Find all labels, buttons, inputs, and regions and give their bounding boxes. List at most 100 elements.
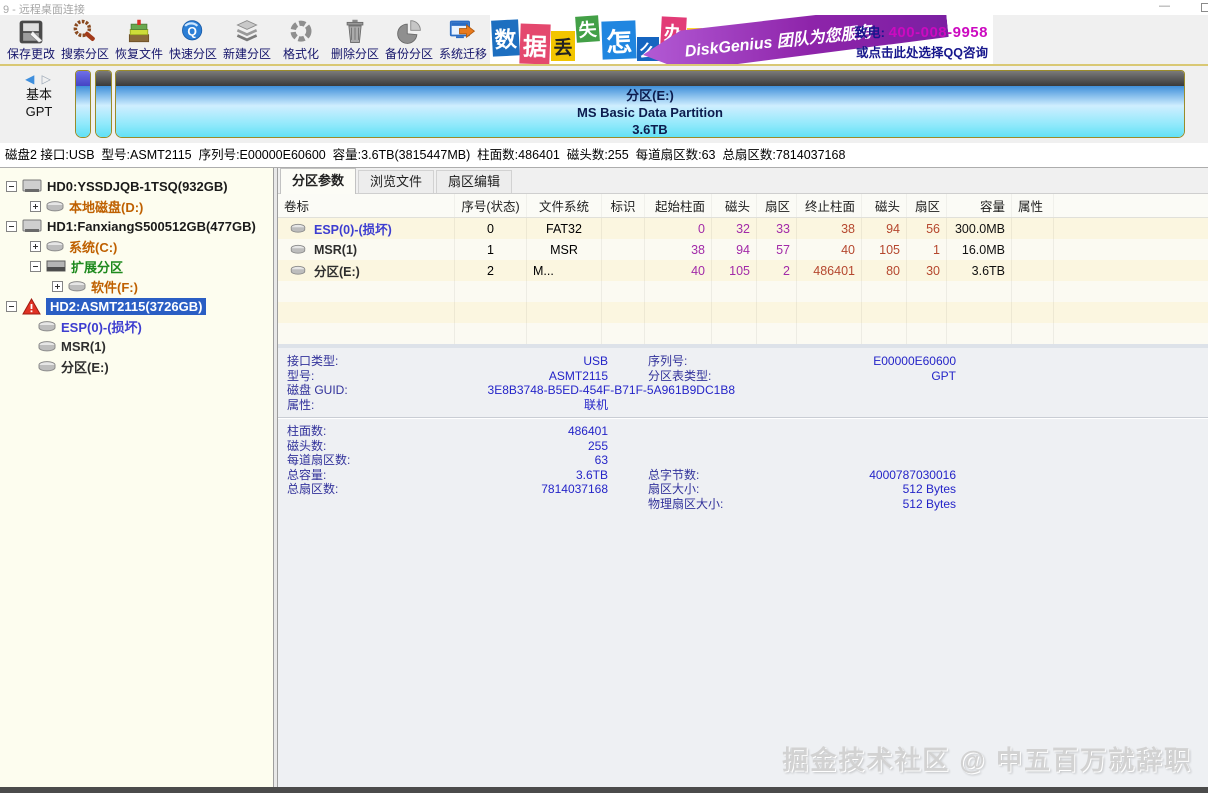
table-cell: 1 xyxy=(455,239,527,260)
detail-label: 磁盘 GUID: xyxy=(278,383,408,398)
column-header[interactable]: 卷标 xyxy=(278,194,455,217)
tree-item-label: 系统(C:) xyxy=(69,237,117,256)
detail-label: 型号: xyxy=(278,369,408,384)
tree-item-msr[interactable]: MSR(1) xyxy=(0,336,273,356)
table-cell xyxy=(1012,239,1054,260)
diskgenius-window: 9 - 远程桌面连接 — 保存更改 搜索分区 恢复文件 Q 快速分区 新建分区 … xyxy=(0,0,1208,793)
column-header[interactable]: 终止柱面 xyxy=(797,194,862,217)
format-button[interactable]: 格式化 xyxy=(274,15,328,62)
maximize-button[interactable] xyxy=(1201,3,1208,12)
expand-icon[interactable] xyxy=(30,241,41,252)
collapse-icon[interactable] xyxy=(6,301,17,312)
disk-info-line: 磁盘2 接口:USB 型号:ASMT2115 序列号:E00000E60600 … xyxy=(0,143,1208,168)
partition-platter-icon xyxy=(46,200,64,213)
column-header-filler xyxy=(1054,194,1208,217)
nav-back-icon[interactable]: ◀ xyxy=(25,72,36,86)
trash-icon xyxy=(341,17,369,46)
delete-partition-button[interactable]: 删除分区 xyxy=(328,15,382,62)
collapse-icon[interactable] xyxy=(30,261,41,272)
recover-files-button[interactable]: 恢复文件 xyxy=(112,15,166,62)
column-header[interactable]: 序号(状态) xyxy=(455,194,527,217)
tree-item-label: MSR(1) xyxy=(61,339,106,354)
harddisk-icon xyxy=(22,217,42,235)
table-cell: 38 xyxy=(645,239,712,260)
toolbar-button-label: 恢复文件 xyxy=(115,45,163,62)
tab-sector-edit[interactable]: 扇区编辑 xyxy=(436,170,512,193)
tree-item-partition-e[interactable]: 分区(E:) xyxy=(0,356,273,376)
collapse-icon[interactable] xyxy=(6,181,17,192)
partition-block-body xyxy=(76,86,90,137)
tree-item-label: 扩展分区 xyxy=(71,257,123,276)
globe-q-icon: Q xyxy=(179,17,207,46)
detail-label: 属性: xyxy=(278,398,408,413)
column-header[interactable]: 扇区 xyxy=(907,194,947,217)
detail-label: 总容量: xyxy=(278,468,408,483)
partition-block-msr[interactable] xyxy=(95,70,112,138)
table-cell: 56 xyxy=(907,218,947,239)
new-partition-button[interactable]: 新建分区 xyxy=(220,15,274,62)
expand-icon[interactable] xyxy=(52,281,63,292)
tree-item-hd0[interactable]: HD0:YSSDJQB-1TSQ(932GB) xyxy=(0,176,273,196)
promo-block: 丢 xyxy=(551,31,575,61)
partition-platter-icon xyxy=(38,340,56,353)
collapse-icon[interactable] xyxy=(6,221,17,232)
table-row[interactable]: MSR(1) 1 MSR 38 94 57 40 105 1 16.0MB xyxy=(278,239,1208,260)
toolbar-button-label: 格式化 xyxy=(283,45,319,62)
save-changes-button[interactable]: 保存更改 xyxy=(4,15,58,62)
table-cell: 105 xyxy=(712,260,757,281)
quick-partition-button[interactable]: Q 快速分区 xyxy=(166,15,220,62)
detail-value: E00000E60600 xyxy=(768,354,956,369)
expand-icon[interactable] xyxy=(30,201,41,212)
column-header[interactable]: 标识 xyxy=(602,194,645,217)
column-header[interactable]: 属性 xyxy=(1012,194,1054,217)
column-header[interactable]: 磁头 xyxy=(712,194,757,217)
tree-item-esp[interactable]: ESP(0)-(损坏) xyxy=(0,316,273,336)
tree-item-extended[interactable]: 扩展分区 xyxy=(0,256,273,276)
promo-arrow-text: DiskGenius 团队为您服务 xyxy=(683,18,873,62)
system-migration-button[interactable]: 系统迁移 xyxy=(436,15,490,62)
detail-label xyxy=(278,497,408,512)
column-header[interactable]: 文件系统 xyxy=(527,194,602,217)
detail-label: 物理扇区大小: xyxy=(648,497,768,512)
qq-consult-link[interactable]: 或点击此处选择QQ咨询 xyxy=(855,42,988,61)
column-header[interactable]: 扇区 xyxy=(757,194,797,217)
table-row[interactable]: 分区(E:) 2 M... 40 105 2 486401 80 30 3.6T… xyxy=(278,260,1208,281)
layers-icon xyxy=(233,17,261,46)
detail-label: 总扇区数: xyxy=(278,482,408,497)
tree-item-hd1[interactable]: HD1:FanxiangS500512GB(477GB) xyxy=(0,216,273,236)
minimize-button[interactable]: — xyxy=(1159,0,1170,12)
detail-label: 柱面数: xyxy=(278,424,408,439)
tree-item-hd2[interactable]: HD2:ASMT2115(3726GB) xyxy=(0,296,273,316)
tree-item-label: HD0:YSSDJQB-1TSQ(932GB) xyxy=(47,179,228,194)
tab-partition-params[interactable]: 分区参数 xyxy=(280,168,356,194)
detail-panel: 分区参数 浏览文件 扇区编辑 卷标 序号(状态) 文件系统 标识 起始柱面 磁头… xyxy=(278,168,1208,787)
table-cell xyxy=(1054,260,1208,281)
search-partition-button[interactable]: 搜索分区 xyxy=(58,15,112,62)
tree-item-system-c[interactable]: 系统(C:) xyxy=(0,236,273,256)
detail-value: 3E8B3748-B5ED-454F-B71F-5A961B9DC1B8 xyxy=(408,383,735,398)
column-header[interactable]: 容量 xyxy=(947,194,1012,217)
column-header[interactable]: 磁头 xyxy=(862,194,907,217)
table-cell: 94 xyxy=(862,218,907,239)
backup-partition-button[interactable]: 备份分区 xyxy=(382,15,436,62)
table-row[interactable]: ESP(0)-(损坏) 0 FAT32 0 32 33 38 94 56 300… xyxy=(278,218,1208,239)
tree-item-software-f[interactable]: 软件(F:) xyxy=(0,276,273,296)
monitor-arrow-icon xyxy=(449,17,477,46)
detail-label: 每道扇区数: xyxy=(278,453,408,468)
partition-block-e[interactable]: 分区(E:) MS Basic Data Partition 3.6TB xyxy=(115,70,1185,138)
disk-details-section-1: 接口类型:USB序列号:E00000E60600 型号:ASMT2115分区表类… xyxy=(278,354,1208,418)
column-header[interactable]: 起始柱面 xyxy=(645,194,712,217)
promo-banner[interactable]: 数 据 丢 失 怎 么 办 ！ DiskGenius 团队为您服务 致电: 40… xyxy=(490,15,993,64)
disk-tree-panel: HD0:YSSDJQB-1TSQ(932GB) 本地磁盘(D:) HD1:Fan… xyxy=(0,168,273,787)
disk-details-section-2: 柱面数:486401 磁头数:255 每道扇区数:63 总容量:3.6TB总字节… xyxy=(278,418,1208,511)
promo-block: 怎 xyxy=(601,20,636,59)
partition-block-header xyxy=(116,71,1184,86)
partition-block-esp[interactable] xyxy=(75,70,91,138)
partition-subtitle: MS Basic Data Partition xyxy=(116,104,1184,121)
nav-forward-icon[interactable]: ▷ xyxy=(42,72,53,86)
tree-item-local-d[interactable]: 本地磁盘(D:) xyxy=(0,196,273,216)
contact-info[interactable]: 致电: 400-008-9958 或点击此处选择QQ咨询 xyxy=(855,22,988,61)
tab-browse-files[interactable]: 浏览文件 xyxy=(358,170,434,193)
partition-platter-icon xyxy=(38,360,56,373)
tree-item-label: HD1:FanxiangS500512GB(477GB) xyxy=(47,219,256,234)
